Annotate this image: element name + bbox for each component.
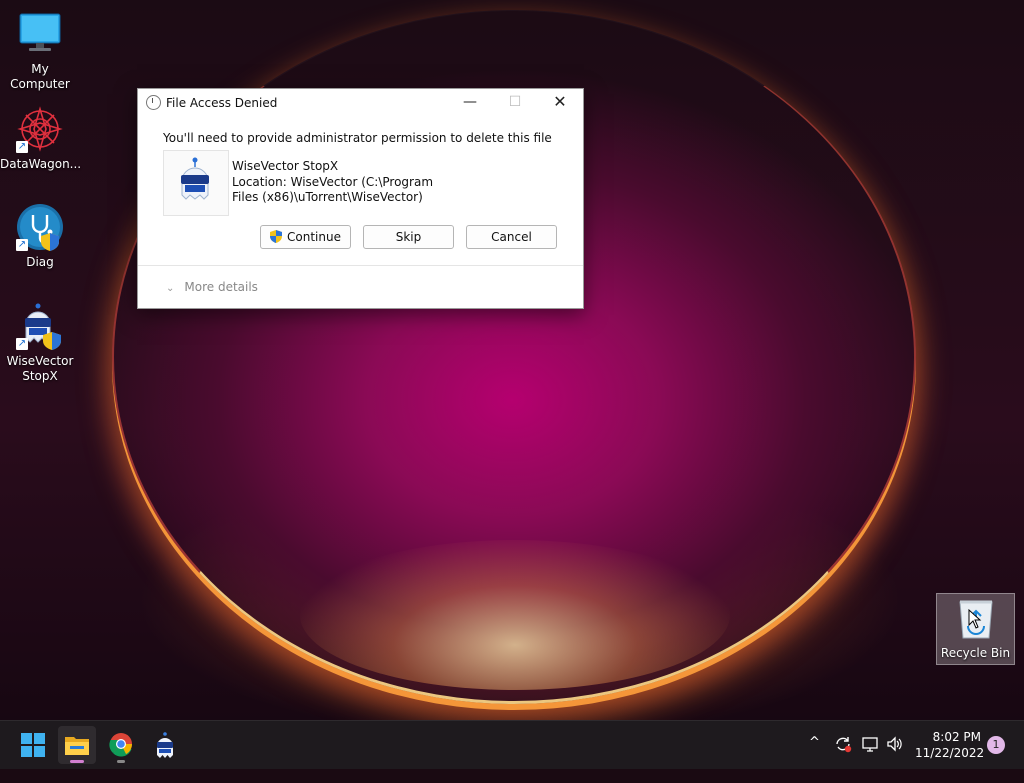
datawagon-icon: ↗ [16,105,64,153]
running-indicator [117,760,125,763]
dialog-titlebar[interactable]: File Access Denied — ☐ ✕ [138,89,583,115]
desktop-icon-label: Diag [26,255,54,269]
continue-button-label: Continue [287,230,341,244]
volume-icon[interactable] [886,735,904,753]
desktop-icon-label: DataWagon... [0,157,82,171]
desktop-icon-wisevector[interactable]: ↗ WiseVector StopX [0,302,80,384]
wisevector-icon [157,732,173,758]
more-details-label: More details [184,280,258,294]
app-icon-tile [163,150,229,216]
shortcut-arrow-icon: ↗ [16,239,28,251]
running-indicator [70,760,84,763]
desktop-icon-label: WiseVector StopX [6,354,74,383]
app-name: WiseVector StopX [232,159,339,173]
desktop-icon-recycle-bin[interactable]: Recycle Bin [936,593,1015,665]
shortcut-arrow-icon: ↗ [16,141,28,153]
desktop-icon-datawagon[interactable]: ↗ DataWagon... [0,105,82,172]
chevron-down-icon: ⌄ [166,283,175,294]
close-button[interactable]: ✕ [537,89,583,115]
start-button[interactable] [14,726,52,764]
taskbar-chrome[interactable] [102,726,140,764]
skip-button[interactable]: Skip [363,225,454,249]
network-icon[interactable] [861,735,879,753]
taskbar: ^ 8:02 PM 11/22/2022 1 [0,720,1024,769]
dialog-title: File Access Denied [166,96,278,110]
desktop-icon-label: My Computer [10,62,70,91]
notification-badge[interactable]: 1 [987,736,1005,754]
desktop-icon-diag[interactable]: ↗ Diag [0,203,80,270]
tray-overflow-chevron-icon[interactable]: ^ [809,735,820,783]
dialog-message: You'll need to provide administrator per… [163,131,552,145]
shortcut-arrow-icon: ↗ [16,338,28,350]
minimize-button[interactable]: — [447,89,493,115]
file-explorer-icon [65,737,89,755]
windows-start-icon [21,733,45,757]
desktop-icon-my-computer[interactable]: My Computer [0,10,80,92]
maximize-button: ☐ [508,94,522,110]
clock-date: 11/22/2022 [915,746,985,760]
more-details-toggle[interactable]: ⌄ More details [166,280,258,294]
mouse-cursor-icon [968,609,982,629]
taskbar-wisevector[interactable] [146,726,184,764]
stethoscope-icon: ↗ [16,203,64,251]
system-clock[interactable]: 8:02 PM 11/22/2022 [915,729,985,761]
file-access-denied-dialog: File Access Denied — ☐ ✕ You'll need to … [137,88,584,309]
sync-alert-icon[interactable] [834,735,852,753]
cancel-button[interactable]: Cancel [466,225,557,249]
clock-icon [146,95,161,110]
clock-time: 8:02 PM [932,730,981,744]
taskbar-file-explorer[interactable] [58,726,96,764]
chrome-icon [109,733,133,757]
app-location: Location: WiseVector (C:\Program Files (… [232,175,434,204]
wallpaper-glow [300,540,730,690]
uac-shield-icon [270,230,283,243]
continue-button[interactable]: Continue [260,225,351,249]
wisevector-robot-icon [181,157,209,200]
wisevector-robot-icon: ↗ [16,302,64,350]
dialog-separator [138,265,583,266]
desktop-icon-label: Recycle Bin [940,646,1011,660]
monitor-icon [16,10,64,58]
